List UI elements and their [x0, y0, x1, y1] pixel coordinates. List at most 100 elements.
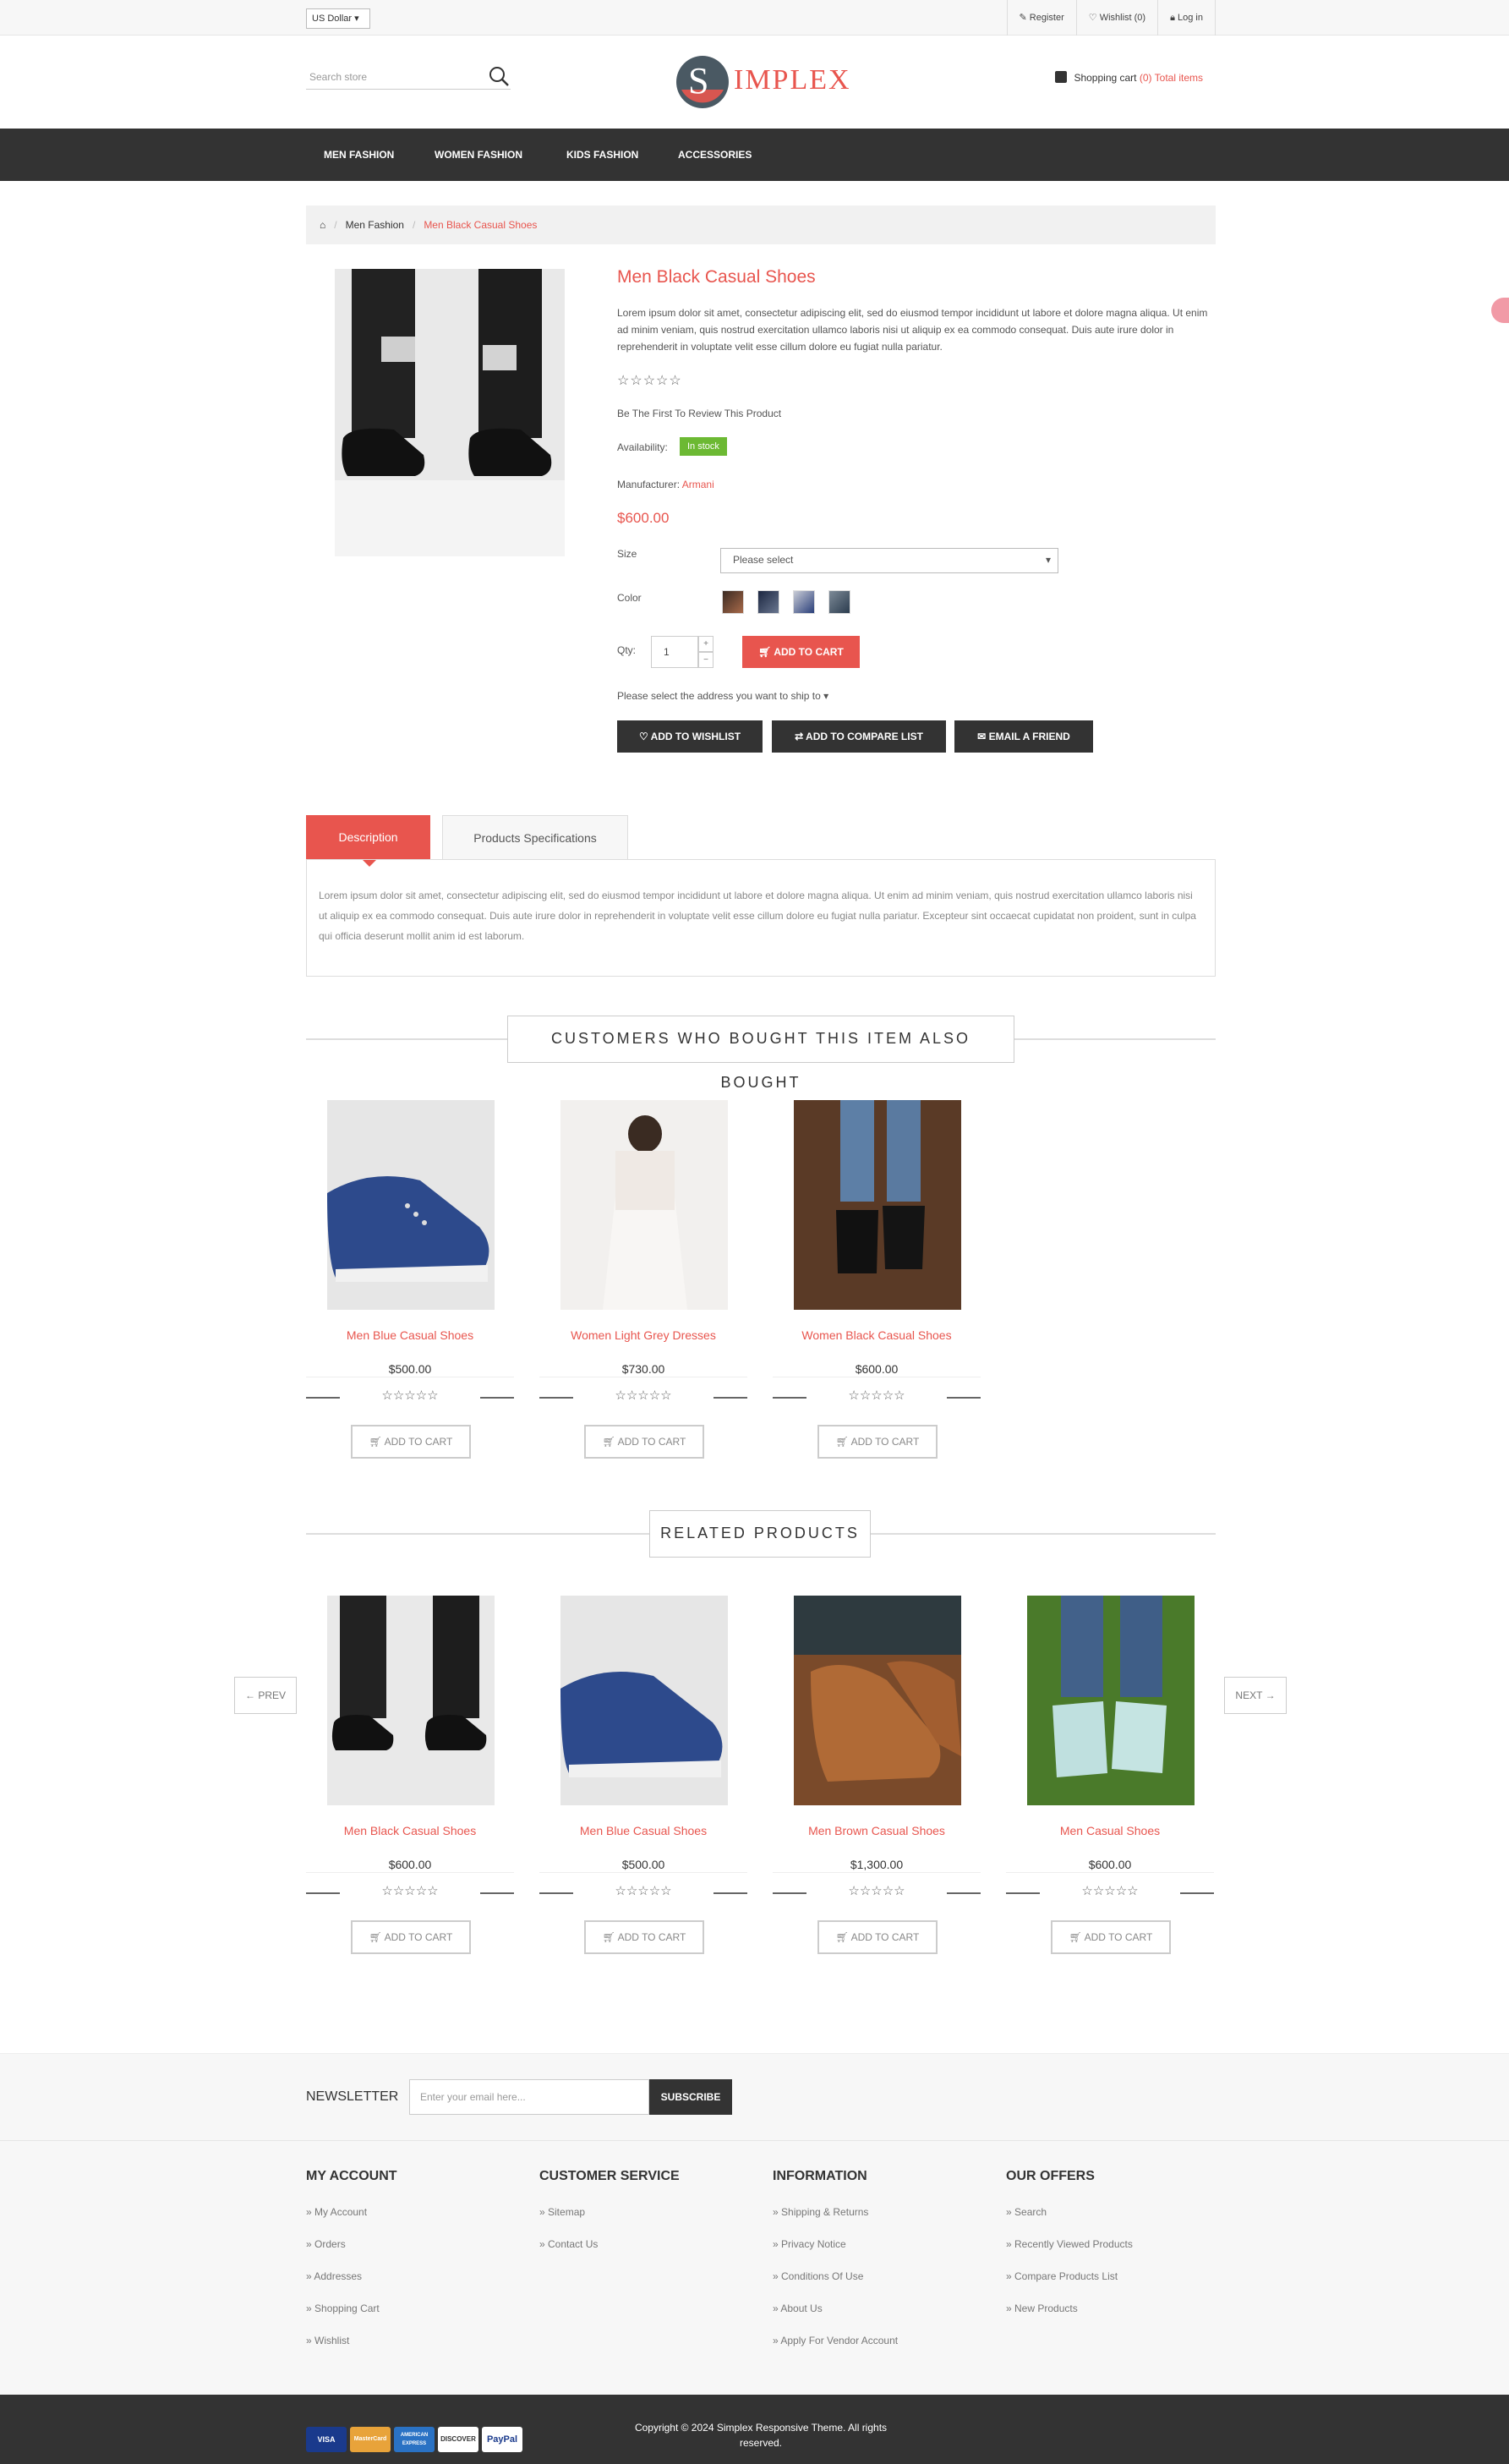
- tab-specifications[interactable]: Products Specifications: [442, 815, 628, 859]
- qty-decrease-button[interactable]: −: [698, 652, 713, 668]
- search-icon[interactable]: [487, 64, 511, 88]
- product-card-image[interactable]: [560, 1596, 728, 1805]
- nav-kids-fashion[interactable]: KIDS FASHION: [566, 129, 638, 181]
- review-link[interactable]: Be The First To Review This Product: [617, 408, 781, 419]
- chevron-down-icon: ▾: [823, 690, 829, 702]
- add-to-wishlist-button[interactable]: ♡ ADD TO WISHLIST: [617, 720, 763, 753]
- rating-stars: ☆☆☆☆☆: [617, 374, 682, 388]
- add-to-cart-button[interactable]: 🛒︎ ADD TO CART: [584, 1425, 704, 1459]
- product-card[interactable]: Men Blue Casual Shoes $500.00 ☆☆☆☆☆ 🛒︎ A…: [539, 1596, 747, 1954]
- add-to-compare-button[interactable]: ⇄ ADD TO COMPARE LIST: [772, 720, 946, 753]
- product-card-name[interactable]: Men Blue Casual Shoes: [539, 1824, 747, 1837]
- add-to-cart-button[interactable]: 🛒︎ ADD TO CART: [817, 1425, 938, 1459]
- register-icon: ✎: [1019, 13, 1027, 23]
- footer-link[interactable]: » Recently Viewed Products: [1006, 2238, 1133, 2270]
- add-to-cart-button[interactable]: 🛒︎ ADD TO CART: [351, 1920, 471, 1954]
- product-card-name[interactable]: Men Blue Casual Shoes: [306, 1328, 514, 1342]
- register-link[interactable]: ✎ Register: [1008, 0, 1077, 36]
- product-card-price: $600.00: [855, 1362, 899, 1376]
- nav-women-fashion[interactable]: WOMEN FASHION: [435, 129, 522, 181]
- manufacturer-link[interactable]: Armani: [682, 479, 714, 490]
- color-swatch-navy[interactable]: [757, 590, 779, 614]
- home-icon[interactable]: ⌂: [320, 219, 325, 231]
- cart-icon: 🛒︎: [1069, 1931, 1082, 1943]
- add-to-cart-button[interactable]: 🛒︎ ADD TO CART: [584, 1920, 704, 1954]
- footer-link[interactable]: » Shopping Cart: [306, 2302, 397, 2335]
- next-button[interactable]: NEXT →: [1224, 1677, 1287, 1714]
- quantity-input[interactable]: 1: [651, 636, 698, 668]
- footer-link[interactable]: » New Products: [1006, 2302, 1133, 2335]
- prev-button[interactable]: ← PREV: [234, 1677, 297, 1714]
- side-widget-toggle[interactable]: [1491, 298, 1509, 323]
- add-to-cart-button[interactable]: 🛒︎ ADD TO CART: [817, 1920, 938, 1954]
- product-card-name[interactable]: Women Black Casual Shoes: [773, 1328, 981, 1342]
- product-card-name[interactable]: Men Black Casual Shoes: [306, 1824, 514, 1837]
- qty-increase-button[interactable]: +: [698, 636, 713, 652]
- breadcrumb-section[interactable]: Men Fashion: [346, 219, 404, 231]
- cart-label: Shopping cart: [1074, 72, 1137, 84]
- product-card[interactable]: Men Black Casual Shoes $600.00 ☆☆☆☆☆ 🛒︎ …: [306, 1596, 514, 1954]
- next-label: NEXT: [1235, 1689, 1263, 1701]
- product-card[interactable]: Men Casual Shoes $600.00 ☆☆☆☆☆ 🛒︎ ADD TO…: [1006, 1596, 1214, 1954]
- compare-btn-label: ADD TO COMPARE LIST: [806, 731, 923, 742]
- product-card-image[interactable]: [794, 1100, 961, 1310]
- subscribe-button[interactable]: SUBSCRIBE: [649, 2079, 732, 2115]
- search-input[interactable]: Search store: [306, 66, 511, 90]
- shopping-cart-link[interactable]: Shopping cart (0) Total items: [1055, 71, 1203, 84]
- product-image[interactable]: [335, 269, 565, 556]
- footer-link[interactable]: » Addresses: [306, 2270, 397, 2302]
- product-card-image[interactable]: [327, 1596, 495, 1805]
- product-card-image[interactable]: [327, 1100, 495, 1310]
- add-to-cart-button[interactable]: 🛒︎ ADD TO CART: [351, 1425, 471, 1459]
- stock-badge-text: In stock: [680, 437, 727, 456]
- newsletter-email-input[interactable]: Enter your email here...: [409, 2079, 649, 2115]
- cart-icon: 🛒︎: [602, 1436, 615, 1448]
- product-card-name[interactable]: Women Light Grey Dresses: [539, 1328, 747, 1342]
- nav-men-fashion[interactable]: MEN FASHION: [324, 129, 394, 181]
- top-bar: US Dollar ▾ ✎ Register ♡ Wishlist (0) 🔒︎…: [0, 0, 1509, 36]
- footer-link[interactable]: » Apply For Vendor Account: [773, 2335, 898, 2367]
- currency-select[interactable]: US Dollar ▾: [306, 8, 370, 29]
- arrow-right-icon: →: [1265, 1689, 1276, 1701]
- footer-link[interactable]: » Privacy Notice: [773, 2238, 898, 2270]
- add-to-cart-label: ADD TO CART: [1084, 1931, 1153, 1943]
- size-select[interactable]: Please select ▾: [720, 548, 1058, 573]
- product-card-image[interactable]: [1027, 1596, 1195, 1805]
- color-swatch-grey[interactable]: [828, 590, 850, 614]
- footer-our-offers: OUR OFFERS » Search » Recently Viewed Pr…: [1006, 2169, 1133, 2335]
- footer-link[interactable]: » Sitemap: [539, 2206, 680, 2238]
- footer-link[interactable]: » My Account: [306, 2206, 397, 2238]
- add-to-cart-button[interactable]: 🛒︎ ADD TO CART: [742, 636, 860, 668]
- footer-link[interactable]: » Orders: [306, 2238, 397, 2270]
- product-card-image[interactable]: [794, 1596, 961, 1805]
- manufacturer-label: Manufacturer:: [617, 479, 681, 490]
- product-card[interactable]: Women Light Grey Dresses $730.00 ☆☆☆☆☆ 🛒…: [539, 1100, 747, 1459]
- footer-link[interactable]: » Shipping & Returns: [773, 2206, 898, 2238]
- product-card[interactable]: Men Brown Casual Shoes $1,300.00 ☆☆☆☆☆ 🛒…: [773, 1596, 981, 1954]
- footer-heading: OUR OFFERS: [1006, 2169, 1095, 2183]
- product-card-price: $500.00: [388, 1362, 432, 1376]
- login-link[interactable]: 🔒︎ Log in: [1158, 0, 1216, 36]
- product-card[interactable]: Men Blue Casual Shoes $500.00 ☆☆☆☆☆ 🛒︎ A…: [306, 1100, 514, 1459]
- product-card-image[interactable]: [560, 1100, 728, 1310]
- footer-link[interactable]: » About Us: [773, 2302, 898, 2335]
- prev-label: PREV: [258, 1689, 287, 1701]
- add-to-cart-button[interactable]: 🛒︎ ADD TO CART: [1051, 1920, 1171, 1954]
- ship-address-toggle[interactable]: Please select the address you want to sh…: [617, 690, 828, 702]
- product-card-name[interactable]: Men Casual Shoes: [1006, 1824, 1214, 1837]
- product-card[interactable]: Women Black Casual Shoes $600.00 ☆☆☆☆☆ 🛒…: [773, 1100, 981, 1459]
- wishlist-label: Wishlist (0): [1099, 13, 1146, 23]
- site-logo[interactable]: S IMPLEX: [675, 52, 852, 112]
- footer-link[interactable]: » Contact Us: [539, 2238, 680, 2270]
- footer-link[interactable]: » Conditions Of Use: [773, 2270, 898, 2302]
- color-swatch-brown[interactable]: [722, 590, 744, 614]
- email-friend-button[interactable]: ✉ EMAIL A FRIEND: [954, 720, 1093, 753]
- product-card-name[interactable]: Men Brown Casual Shoes: [773, 1824, 981, 1837]
- tab-description[interactable]: Description: [306, 815, 430, 859]
- footer-link[interactable]: » Compare Products List: [1006, 2270, 1133, 2302]
- footer-link[interactable]: » Search: [1006, 2206, 1133, 2238]
- footer-link[interactable]: » Wishlist: [306, 2335, 397, 2367]
- color-swatch-blue[interactable]: [793, 590, 815, 614]
- nav-accessories[interactable]: ACCESSORIES: [678, 129, 752, 181]
- wishlist-link[interactable]: ♡ Wishlist (0): [1077, 0, 1159, 36]
